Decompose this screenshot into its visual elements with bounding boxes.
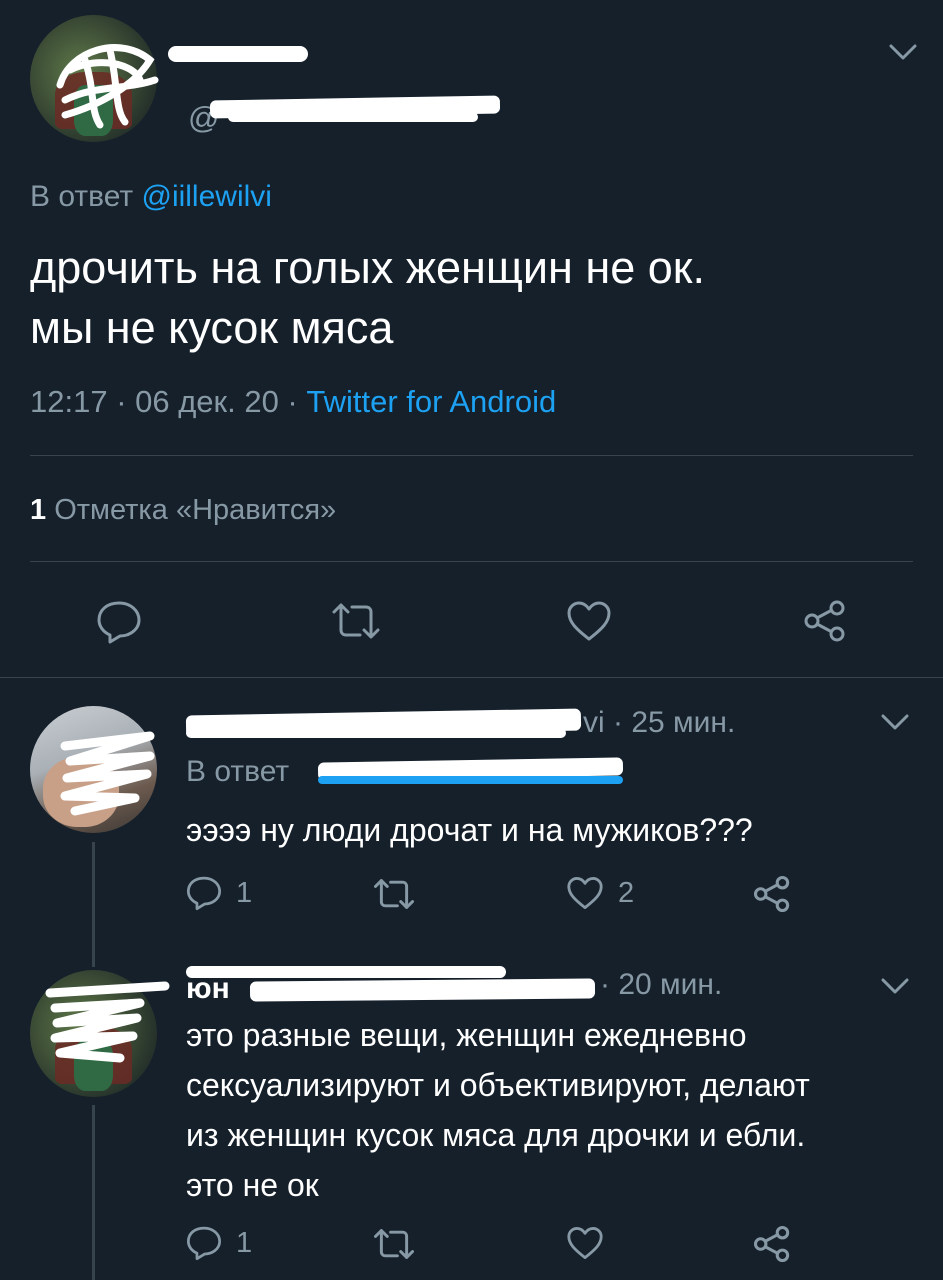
redacted-link-underline — [318, 776, 623, 784]
tweet-text-line: дрочить на голых женщин не ок. — [30, 242, 705, 293]
reply-name-fragment: vi — [583, 706, 605, 739]
reply-button[interactable]: 1 — [186, 875, 252, 911]
like-count: 2 — [618, 876, 635, 909]
like-button[interactable]: 2 — [566, 876, 634, 910]
retweet-button[interactable] — [372, 1228, 430, 1260]
reply-context: В ответ @iillewilvi — [30, 180, 272, 214]
reply-header: vi · 25 мин. — [583, 706, 735, 740]
redacted-display-name-2 — [186, 728, 566, 738]
retweet-icon — [374, 879, 414, 909]
like-icon — [567, 877, 603, 909]
reply-text-line: из женщин кусок мяса для дрочки и ебли. — [186, 1117, 806, 1153]
redacted-display-name — [186, 966, 506, 978]
tweet-timestamp: 12:17 · 06 дек. 20 · — [30, 384, 298, 419]
reply-text: ээээ ну люди дрочат и на мужиков??? — [186, 805, 753, 855]
reply-button[interactable] — [96, 600, 142, 644]
reply-count: 1 — [236, 1226, 253, 1259]
thread-line — [92, 1105, 95, 1280]
reply-count: 1 — [236, 876, 253, 909]
reply-timestamp: · 25 мин. — [613, 706, 736, 739]
share-button[interactable] — [752, 874, 792, 914]
redacted-display-name — [168, 46, 308, 62]
reply-context: В ответ — [186, 755, 290, 788]
reply-icon — [186, 876, 222, 911]
share-button[interactable] — [752, 1224, 792, 1264]
reply-icon — [97, 601, 141, 644]
like-button[interactable] — [566, 1226, 618, 1260]
redacted-handle-2 — [228, 112, 478, 122]
reply-icon — [186, 1226, 222, 1261]
redaction-scribble — [60, 731, 155, 816]
redaction-scribble — [45, 981, 170, 1063]
tweet-text-line: мы не кусок мяса — [30, 302, 394, 353]
share-icon — [753, 875, 790, 913]
retweet-button[interactable] — [372, 878, 430, 910]
share-icon — [753, 1225, 790, 1263]
share-icon — [804, 600, 845, 642]
redacted-handle — [249, 978, 596, 1002]
divider — [30, 561, 913, 562]
retweet-icon — [332, 603, 380, 639]
reply-button[interactable]: 1 — [186, 1225, 252, 1261]
thread-line — [92, 842, 95, 967]
reply-text: это разные вещи, женщин ежедневно сексуа… — [186, 1010, 810, 1210]
chevron-down-icon[interactable] — [880, 976, 910, 996]
reply-text-line: ээээ ну люди дрочат и на мужиков??? — [186, 812, 753, 848]
like-icon — [567, 1227, 603, 1259]
like-icon — [567, 601, 611, 641]
chevron-down-icon[interactable] — [888, 42, 918, 62]
divider — [0, 677, 943, 678]
tweet-source-link[interactable]: Twitter for Android — [306, 384, 556, 419]
share-button[interactable] — [802, 598, 848, 644]
reply-text-line: сексуализируют и объективируют, делают — [186, 1067, 810, 1103]
tweet-meta: 12:17 · 06 дек. 20 · Twitter for Android — [30, 384, 556, 420]
retweet-button[interactable] — [330, 602, 382, 640]
likes-summary[interactable]: 1 Отметка «Нравится» — [30, 494, 336, 527]
likes-label: Отметка «Нравится» — [54, 494, 337, 526]
likes-count: 1 — [30, 494, 47, 526]
divider — [30, 455, 913, 456]
reply-handle-link[interactable]: @iillewilvi — [141, 180, 271, 213]
tweet-text: дрочить на голых женщин не ок. мы не кус… — [30, 238, 705, 358]
reply-text-line: это разные вещи, женщин ежедневно — [186, 1017, 747, 1053]
retweet-icon — [374, 1229, 414, 1259]
reply-prefix: В ответ — [30, 180, 134, 213]
like-button[interactable] — [566, 600, 612, 642]
redaction-scribble — [56, 44, 159, 129]
reply-text-line: это не ок — [186, 1167, 319, 1203]
reply-timestamp: · 20 мин. — [600, 968, 723, 1001]
chevron-down-icon[interactable] — [880, 712, 910, 732]
